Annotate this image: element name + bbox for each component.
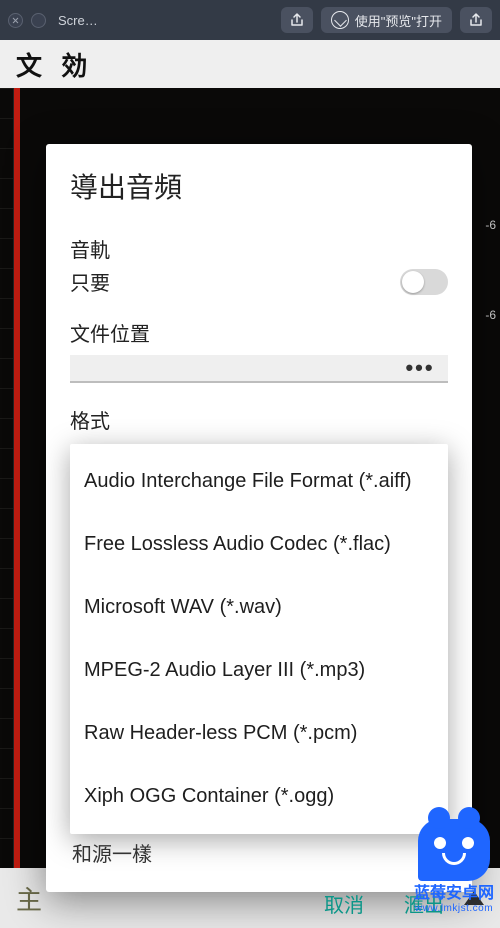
format-option-ogg[interactable]: Xiph OGG Container (*.ogg)	[70, 765, 448, 828]
minimize-window-button[interactable]	[31, 13, 46, 28]
ellipsis-icon: •••	[405, 355, 434, 381]
only-toggle-label: 只要	[70, 267, 110, 296]
format-option-aiff[interactable]: Audio Interchange File Format (*.aiff)	[70, 450, 448, 513]
sample-rate-row[interactable]: 和源一樣	[70, 838, 448, 867]
timeline-ruler-left	[0, 88, 14, 868]
cancel-button[interactable]: 取消	[320, 883, 368, 924]
toolbar-action-icon[interactable]	[281, 7, 313, 33]
main-track-label: 主	[16, 880, 42, 917]
window-titlebar: Scre… 使用"预览"打开	[0, 0, 500, 40]
format-option-mp3[interactable]: MPEG-2 Audio Layer III (*.mp3)	[70, 639, 448, 702]
share-button[interactable]	[460, 7, 492, 33]
open-with-preview-label: 使用"预览"打开	[355, 11, 442, 30]
format-option-flac[interactable]: Free Lossless Audio Codec (*.flac)	[70, 513, 448, 576]
track-section-label: 音軌	[70, 234, 448, 263]
dialog-title: 導出音頻	[70, 166, 448, 206]
file-location-input[interactable]	[70, 355, 392, 383]
format-dropdown-list: Audio Interchange File Format (*.aiff) F…	[70, 444, 448, 834]
level-ruler-right: -6 -6	[468, 88, 500, 868]
markup-icon	[331, 11, 349, 29]
ruler-tick: -6	[485, 218, 496, 232]
play-icon[interactable]	[464, 891, 484, 905]
close-window-button[interactable]	[8, 13, 23, 28]
app-tab-text: 文 効	[16, 46, 93, 83]
only-toggle[interactable]	[400, 269, 448, 295]
app-tab-bar: 文 効	[0, 40, 500, 88]
dialog-actions: 取消 滙出	[70, 867, 448, 924]
ruler-tick: -6	[485, 308, 496, 322]
file-location-row: •••	[70, 355, 448, 383]
only-toggle-row: 只要	[70, 267, 448, 296]
file-location-browse-button[interactable]: •••	[392, 355, 448, 383]
export-audio-dialog: 導出音頻 音軌 只要 文件位置 ••• 格式 Audio Interchange…	[46, 144, 472, 892]
format-option-pcm[interactable]: Raw Header-less PCM (*.pcm)	[70, 702, 448, 765]
format-option-wav[interactable]: Microsoft WAV (*.wav)	[70, 576, 448, 639]
format-section-label: 格式	[70, 405, 448, 434]
app-body: -6 -6 主 導出音頻 音軌 只要 文件位置 ••• 格式 Audio Int…	[0, 88, 500, 928]
timeline-red-marker	[14, 88, 20, 868]
chevron-down-icon	[432, 848, 446, 857]
window-title: Scre…	[58, 13, 98, 28]
file-location-label: 文件位置	[70, 318, 448, 347]
same-as-source-label: 和源一樣	[72, 838, 152, 867]
export-button[interactable]: 滙出	[400, 883, 448, 924]
toggle-knob	[402, 271, 424, 293]
open-with-preview-button[interactable]: 使用"预览"打开	[321, 7, 452, 33]
